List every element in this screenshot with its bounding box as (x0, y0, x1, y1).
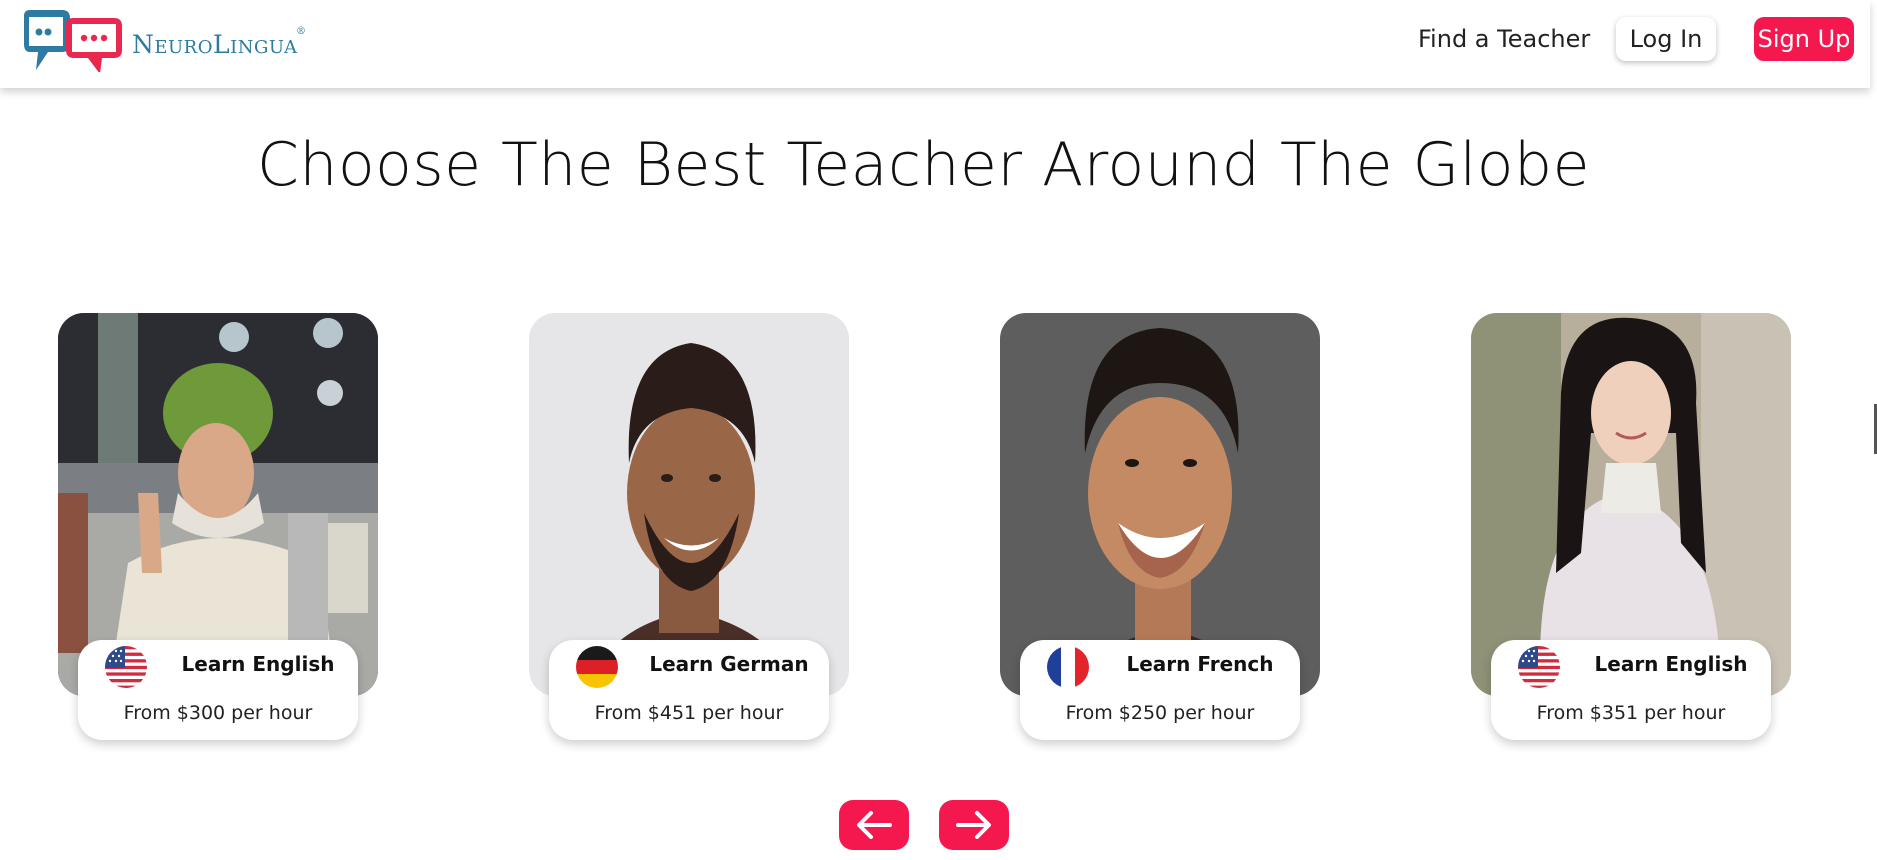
neurolingua-logo[interactable]: NEUROLINGUA ® (18, 6, 318, 72)
arrow-left-icon (857, 811, 892, 839)
fr-flag-icon (1047, 646, 1089, 688)
teacher-photo (1000, 313, 1320, 696)
teacher-card[interactable]: Learn English From $300 per hour (58, 313, 378, 743)
de-flag-icon (576, 646, 618, 688)
speech-bubbles-icon (24, 10, 122, 72)
teacher-card[interactable]: Learn French From $250 per hour (1000, 313, 1320, 743)
us-flag-icon (1518, 646, 1560, 688)
language-label: Learn German (649, 652, 809, 676)
language-label: Learn French (1126, 652, 1274, 676)
card-info: Learn French From $250 per hour (1020, 640, 1300, 740)
teacher-photo (1471, 313, 1791, 696)
login-button[interactable]: Log In (1616, 17, 1716, 61)
top-navbar: NEUROLINGUA ® Find a Teacher Log In Sign … (0, 0, 1870, 88)
carousel-prev-button[interactable] (839, 800, 909, 850)
teacher-photo (529, 313, 849, 696)
card-info: Learn English From $300 per hour (78, 640, 358, 740)
card-info: Learn German From $451 per hour (549, 640, 829, 740)
card-info: Learn English From $351 per hour (1491, 640, 1771, 740)
carousel-next-button[interactable] (939, 800, 1009, 850)
price-label: From $250 per hour (1065, 702, 1255, 724)
price-label: From $351 per hour (1536, 702, 1726, 724)
language-label: Learn English (181, 652, 335, 676)
us-flag-icon (105, 646, 147, 688)
arrow-right-icon (956, 811, 991, 839)
teacher-card[interactable]: Learn English From $351 per hour (1471, 313, 1791, 743)
price-label: From $300 per hour (123, 702, 313, 724)
teacher-photo (58, 313, 378, 696)
find-teacher-link[interactable]: Find a Teacher (1418, 22, 1590, 56)
page-headline: Choose The Best Teacher Around The Globe (257, 130, 1590, 200)
language-label: Learn English (1594, 652, 1748, 676)
brand-name: NEUROLINGUA ® (132, 25, 307, 59)
teacher-card[interactable]: Learn German From $451 per hour (529, 313, 849, 743)
signup-button[interactable]: Sign Up (1754, 17, 1854, 61)
price-label: From $451 per hour (594, 702, 784, 724)
